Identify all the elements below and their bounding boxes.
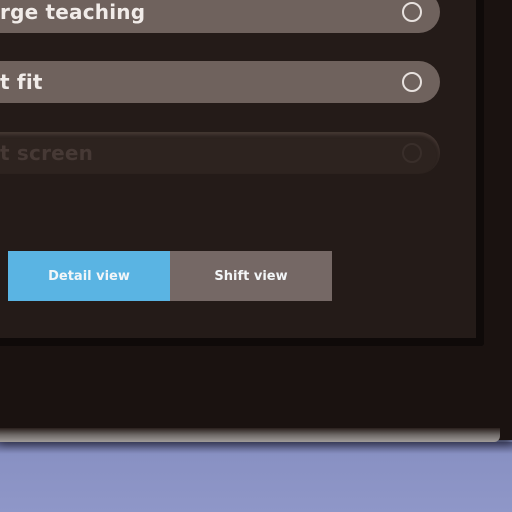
option-label: t screen xyxy=(0,141,94,165)
screen-panel: rge teaching t fit t screen Detail view … xyxy=(0,0,484,346)
device-bezel-edge xyxy=(0,428,500,442)
device-shadow xyxy=(0,442,512,454)
radio-button xyxy=(402,143,422,163)
detail-view-button[interactable]: Detail view xyxy=(8,251,170,301)
option-row[interactable]: t fit xyxy=(0,61,440,103)
radio-button[interactable] xyxy=(402,2,422,22)
option-row-disabled: t screen xyxy=(0,132,440,174)
radio-button[interactable] xyxy=(402,72,422,92)
option-label: rge teaching xyxy=(0,0,146,24)
shift-view-button[interactable]: Shift view xyxy=(170,251,332,301)
option-row[interactable]: rge teaching xyxy=(0,0,440,33)
scene-background: rge teaching t fit t screen Detail view … xyxy=(0,0,512,512)
option-label: t fit xyxy=(0,70,43,94)
view-toggle: Detail view Shift view xyxy=(8,251,332,301)
